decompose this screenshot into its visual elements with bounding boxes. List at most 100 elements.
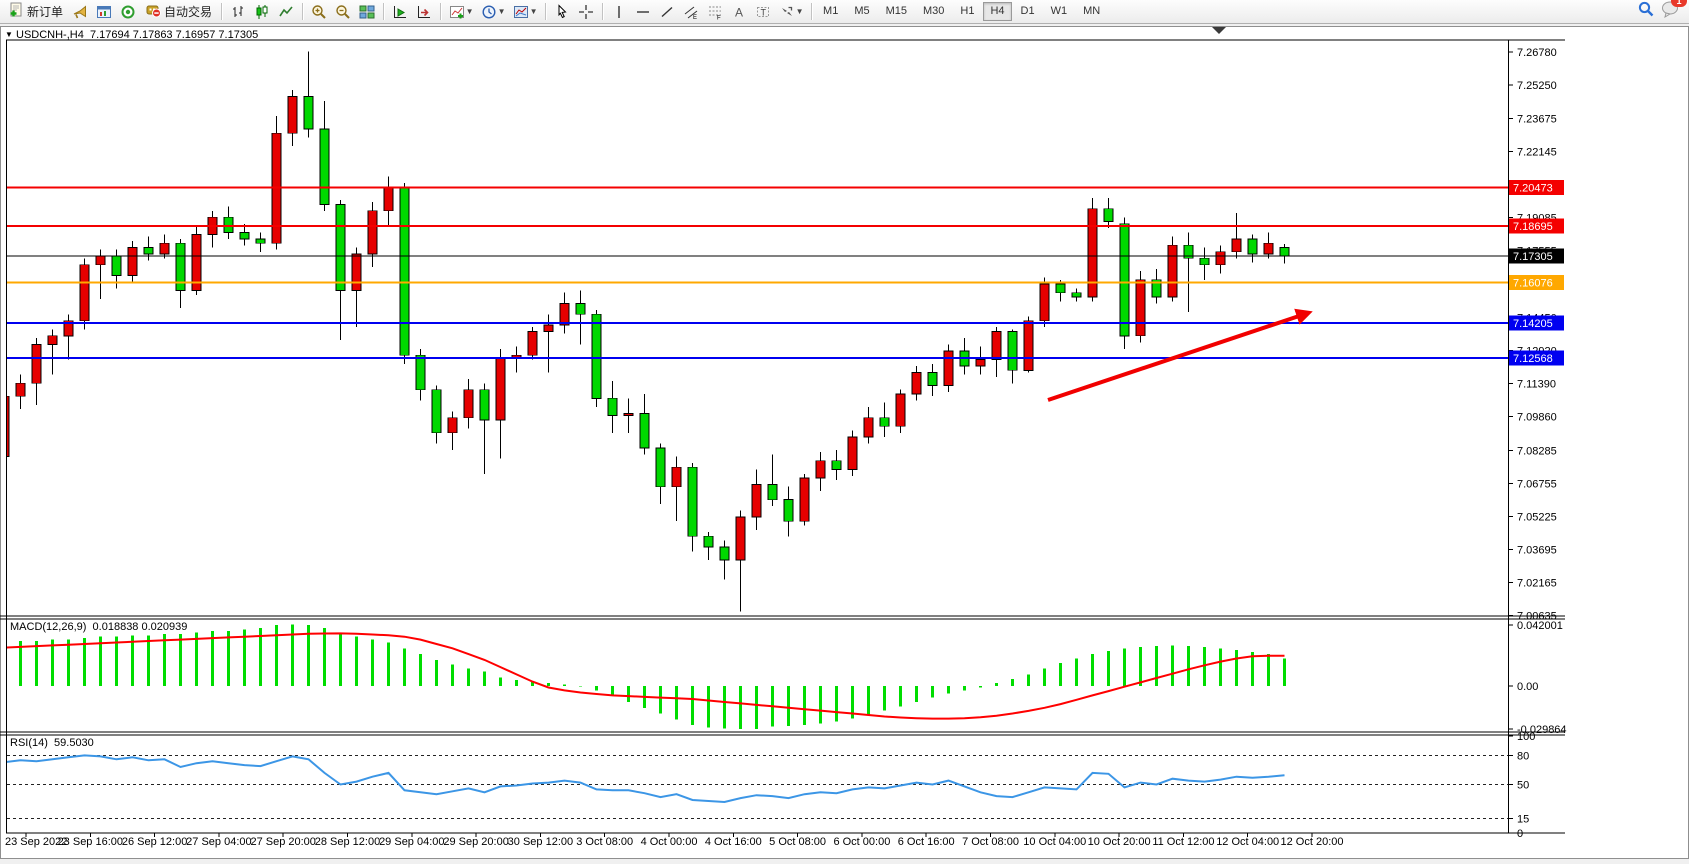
periods-button[interactable]: ▼: [477, 1, 509, 23]
trendline-button[interactable]: [655, 1, 679, 23]
svg-text:12 Oct 20:00: 12 Oct 20:00: [1281, 836, 1344, 848]
svg-text:7.20473: 7.20473: [1513, 183, 1553, 195]
timeframe-H4[interactable]: H4: [983, 2, 1011, 21]
svg-text:7.23675: 7.23675: [1517, 114, 1557, 126]
new-order-icon: [8, 2, 24, 21]
megaphone-icon-button[interactable]: [68, 1, 92, 23]
svg-text:12 Oct 04:00: 12 Oct 04:00: [1216, 836, 1279, 848]
main-toolbar: 新订单 自动交易 ▼: [0, 0, 1689, 24]
arrows-button[interactable]: ▼: [775, 1, 807, 23]
line-chart-button[interactable]: [274, 1, 298, 23]
indicators-icon: [449, 4, 465, 20]
text-label-button[interactable]: T: [751, 1, 775, 23]
template-icon: [513, 4, 529, 20]
tile-windows-button[interactable]: [355, 1, 379, 23]
timeframe-group: M1M5M15M30H1H4D1W1MN: [816, 2, 1107, 21]
megaphone-icon: [72, 4, 88, 20]
fibonacci-button[interactable]: F: [703, 1, 727, 23]
svg-text:7.17305: 7.17305: [1513, 251, 1553, 263]
timeframe-M15[interactable]: M15: [879, 2, 914, 21]
timeframe-W1[interactable]: W1: [1044, 2, 1075, 21]
svg-text:7.18695: 7.18695: [1513, 221, 1553, 233]
bar-chart-icon: [230, 4, 246, 20]
timeframe-M1[interactable]: M1: [816, 2, 845, 21]
signal-icon: [120, 4, 136, 20]
svg-text:10 Oct 04:00: 10 Oct 04:00: [1023, 836, 1086, 848]
crosshair-button[interactable]: [574, 1, 598, 23]
vline-icon: [611, 4, 627, 20]
timeframe-MN[interactable]: MN: [1076, 2, 1107, 21]
rsi-value: 59.5030: [54, 737, 94, 749]
candle-chart-button[interactable]: [250, 1, 274, 23]
chevron-down-icon: ▼: [530, 7, 538, 16]
svg-text:3 Oct 08:00: 3 Oct 08:00: [576, 836, 633, 848]
auto-trading-button[interactable]: 自动交易: [140, 1, 217, 23]
horizontal-line-button[interactable]: [631, 1, 655, 23]
svg-text:0.00: 0.00: [1517, 681, 1538, 693]
svg-text:29 Sep 04:00: 29 Sep 04:00: [379, 836, 444, 848]
chart-title-caret-icon[interactable]: ▼: [5, 30, 13, 39]
svg-text:6 Oct 00:00: 6 Oct 00:00: [833, 836, 890, 848]
autoscroll-button[interactable]: [388, 1, 412, 23]
trendline-icon: [659, 4, 675, 20]
chart-shift-button[interactable]: [412, 1, 436, 23]
timeframe-H1[interactable]: H1: [953, 2, 981, 21]
text-button[interactable]: A: [727, 1, 751, 23]
rsi-name: RSI(14): [10, 737, 48, 749]
macd-values: 0.018838 0.020939: [93, 621, 188, 633]
svg-text:0.042001: 0.042001: [1517, 620, 1563, 632]
vertical-line-button[interactable]: [607, 1, 631, 23]
template-button[interactable]: ▼: [509, 1, 541, 23]
bar-chart-button[interactable]: [226, 1, 250, 23]
indicators-button[interactable]: ▼: [445, 1, 477, 23]
zoom-out-button[interactable]: [331, 1, 355, 23]
svg-text:4 Oct 16:00: 4 Oct 16:00: [705, 836, 762, 848]
new-order-label: 新订单: [27, 3, 63, 20]
chart-canvas[interactable]: 7.267807.252507.236757.221457.190857.175…: [0, 26, 1689, 864]
line-chart-icon: [278, 4, 294, 20]
autoscroll-icon: [392, 4, 408, 20]
svg-text:27 Sep 04:00: 27 Sep 04:00: [186, 836, 251, 848]
text-label-icon: T: [755, 4, 771, 20]
timeframe-M30[interactable]: M30: [916, 2, 951, 21]
timeframe-D1[interactable]: D1: [1014, 2, 1042, 21]
notification-badge: 1: [1671, 0, 1687, 7]
fibonacci-icon: F: [707, 4, 723, 20]
periods-clock-icon: [481, 4, 497, 20]
svg-text:27 Sep 20:00: 27 Sep 20:00: [250, 836, 315, 848]
macd-name: MACD(12,26,9): [10, 621, 86, 633]
text-icon: A: [731, 4, 747, 20]
chevron-down-icon: ▼: [498, 7, 506, 16]
svg-text:6 Oct 16:00: 6 Oct 16:00: [898, 836, 955, 848]
symbol-period: USDCNH-,H4: [16, 29, 84, 41]
timeframe-M5[interactable]: M5: [847, 2, 876, 21]
toolbar-separator: [545, 3, 546, 20]
svg-text:30 Sep 12:00: 30 Sep 12:00: [508, 836, 573, 848]
chart-shift-icon: [416, 4, 432, 20]
chat-button[interactable]: 1: [1661, 0, 1681, 23]
zoom-in-icon: [311, 4, 327, 20]
svg-text:7.14205: 7.14205: [1513, 318, 1553, 330]
toolbar-separator: [383, 3, 384, 20]
svg-text:7.03695: 7.03695: [1517, 544, 1557, 556]
channel-button[interactable]: E: [679, 1, 703, 23]
svg-text:7 Oct 08:00: 7 Oct 08:00: [962, 836, 1019, 848]
svg-text:10 Oct 20:00: 10 Oct 20:00: [1088, 836, 1151, 848]
svg-text:7.12568: 7.12568: [1513, 353, 1553, 365]
new-order-button[interactable]: 新订单: [3, 1, 68, 23]
chart-window: 7.267807.252507.236757.221457.190857.175…: [0, 26, 1689, 859]
chevron-down-icon: ▼: [796, 7, 804, 16]
svg-text:7.05225: 7.05225: [1517, 511, 1557, 523]
charts-window-icon-button[interactable]: [92, 1, 116, 23]
zoom-in-button[interactable]: [307, 1, 331, 23]
signal-icon-button[interactable]: [116, 1, 140, 23]
svg-text:7.16076: 7.16076: [1513, 277, 1553, 289]
candle-chart-icon: [254, 4, 270, 20]
svg-text:0: 0: [1517, 828, 1523, 840]
toolbar-separator: [811, 3, 812, 20]
search-icon[interactable]: [1637, 0, 1655, 23]
svg-text:4 Oct 00:00: 4 Oct 00:00: [641, 836, 698, 848]
channel-icon: E: [683, 4, 699, 20]
macd-indicator-label: MACD(12,26,9) 0.018838 0.020939: [10, 621, 187, 633]
cursor-button[interactable]: [550, 1, 574, 23]
